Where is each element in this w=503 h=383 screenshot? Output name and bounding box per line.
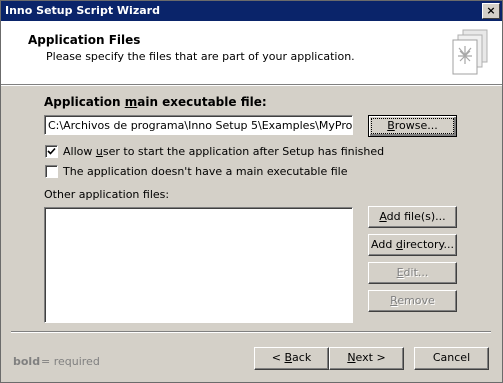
add-files-button[interactable]: Add file(s)...	[368, 206, 457, 228]
checkmark-icon	[47, 147, 56, 155]
wizard-document-icon	[452, 29, 488, 75]
exe-path-input[interactable]: C:\Archivos de programa\Inno Setup 5\Exa…	[44, 115, 353, 135]
next-button[interactable]: Next >	[329, 347, 404, 370]
add-directory-button[interactable]: Add directory...	[368, 234, 457, 256]
remove-button[interactable]: Remove	[368, 290, 457, 312]
window-title: Inno Setup Script Wizard	[5, 4, 160, 17]
no-exe-checkbox[interactable]	[45, 165, 58, 178]
other-files-label: Other application files:	[44, 188, 170, 201]
page-title: Application Files	[28, 33, 141, 47]
cancel-button[interactable]: Cancel	[414, 347, 489, 370]
page-subtitle: Please specify the files that are part o…	[46, 50, 355, 63]
required-legend-text: = required	[41, 355, 100, 368]
close-button[interactable]: ×	[482, 3, 500, 19]
exe-label: Application main executable file:	[44, 95, 267, 109]
allow-user-checkbox[interactable]	[45, 145, 58, 158]
required-legend-bold: bold	[13, 355, 41, 368]
footer-separator	[11, 331, 491, 333]
wizard-header: Application Files Please specify the fil…	[1, 21, 502, 85]
other-files-list[interactable]	[44, 207, 353, 323]
allow-user-label[interactable]: Allow user to start the application afte…	[63, 145, 384, 158]
browse-button[interactable]: Browse...	[368, 115, 457, 137]
no-exe-label[interactable]: The application doesn't have a main exec…	[63, 165, 348, 178]
back-button[interactable]: < Back	[254, 347, 329, 370]
edit-button[interactable]: Edit...	[368, 262, 457, 284]
header-divider	[1, 85, 502, 86]
wizard-window: Inno Setup Script Wizard × Application F…	[0, 0, 503, 383]
title-bar[interactable]: Inno Setup Script Wizard ×	[1, 1, 502, 21]
